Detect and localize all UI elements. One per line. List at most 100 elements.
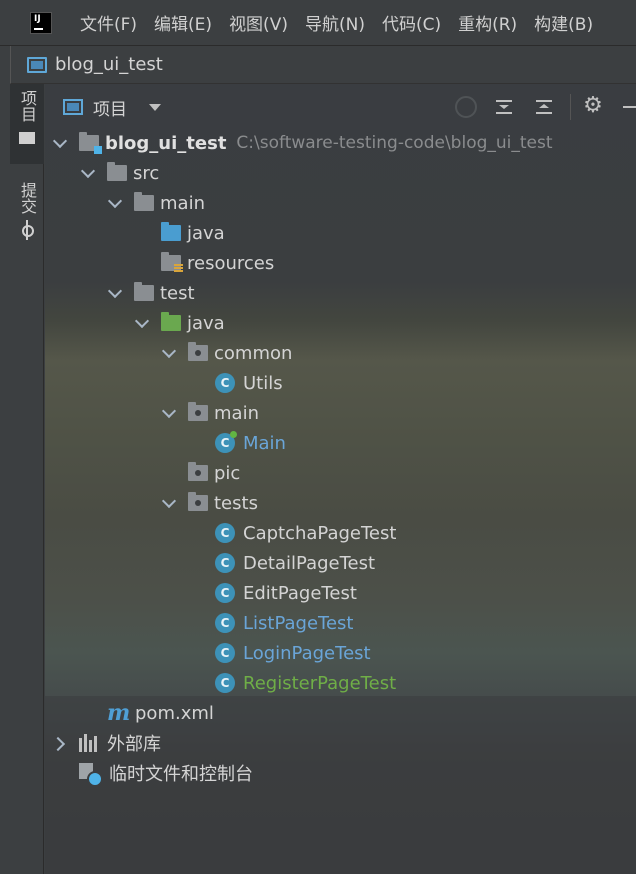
tree-label-scratches: 临时文件和控制台 <box>109 764 253 785</box>
breadcrumb-project[interactable]: blog_ui_test <box>55 54 163 75</box>
tree-node-main-package[interactable]: main <box>162 398 259 428</box>
panel-title[interactable]: 项目 <box>93 95 127 120</box>
chevron-down-icon[interactable] <box>108 286 122 300</box>
tree-label-java-main: java <box>187 222 225 244</box>
package-icon <box>188 492 208 511</box>
class-icon: C <box>215 523 235 543</box>
tree-node-edit-page-test[interactable]: C EditPageTest <box>189 578 357 608</box>
chevron-down-icon[interactable] <box>135 316 149 330</box>
tree-label-main-class: Main <box>243 432 286 454</box>
tree-node-captcha-page-test[interactable]: C CaptchaPageTest <box>189 518 396 548</box>
tree-node-src[interactable]: src <box>81 158 159 188</box>
tree-label-test: test <box>160 282 195 304</box>
tree-node-resources[interactable]: resources <box>135 248 274 278</box>
commit-tab-label: 提交 <box>18 182 37 214</box>
tree-label-class: EditPageTest <box>243 582 357 604</box>
module-icon <box>27 56 47 73</box>
chevron-down-icon[interactable] <box>162 346 176 360</box>
tree-node-login-page-test[interactable]: C LoginPageTest <box>189 638 371 668</box>
chevron-down-icon[interactable] <box>108 196 122 210</box>
tree-label-resources: resources <box>187 252 275 274</box>
tree-node-root[interactable]: blog_ui_test C:\software-testing-code\bl… <box>53 128 553 158</box>
commit-tool-tab[interactable]: 提交 <box>10 176 44 246</box>
chevron-down-icon[interactable] <box>162 496 176 510</box>
tree-label-root: blog_ui_test <box>105 132 227 154</box>
chevron-down-icon[interactable] <box>162 406 176 420</box>
runnable-class-icon: C <box>215 431 237 453</box>
tree-node-main-class[interactable]: C Main <box>189 428 286 458</box>
menu-file[interactable]: 文件(F) <box>80 10 137 35</box>
tree-label-src: src <box>133 162 160 184</box>
project-panel-header: 项目 ⚙ <box>45 84 636 130</box>
class-icon: C <box>215 613 235 633</box>
tree-node-register-page-test[interactable]: C RegisterPageTest <box>189 668 396 698</box>
class-icon: C <box>215 643 235 663</box>
tree-node-pom[interactable]: m pom.xml <box>81 698 214 728</box>
tree-node-list-page-test[interactable]: C ListPageTest <box>189 608 354 638</box>
menu-view[interactable]: 视图(V) <box>229 10 288 35</box>
class-icon: C <box>215 553 235 573</box>
libraries-icon <box>79 734 99 752</box>
chevron-down-icon[interactable] <box>53 136 67 150</box>
tree-label-external-libraries: 外部库 <box>107 734 161 755</box>
menu-edit[interactable]: 编辑(E) <box>154 10 212 35</box>
module-folder-icon <box>79 132 102 154</box>
tree-label-common: common <box>214 342 293 364</box>
folder-icon <box>134 192 154 211</box>
header-divider <box>570 94 571 120</box>
class-icon: C <box>215 373 235 393</box>
tree-node-utils[interactable]: C Utils <box>189 368 283 398</box>
package-icon <box>188 462 208 481</box>
tree-label-class: CaptchaPageTest <box>243 522 397 544</box>
test-folder-icon <box>161 312 181 331</box>
tree-label-class: DetailPageTest <box>243 552 376 574</box>
resources-folder-icon <box>161 252 183 273</box>
project-tool-tab[interactable]: 项目 <box>10 84 44 164</box>
project-tab-label: 项目 <box>18 90 37 122</box>
tree-root-path: C:\software-testing-code\blog_ui_test <box>236 133 553 153</box>
tree-node-external-libraries[interactable]: 外部库 <box>53 728 161 758</box>
class-icon: C <box>215 583 235 603</box>
tree-node-tests[interactable]: tests <box>162 488 258 518</box>
tree-label-tests: tests <box>214 492 258 514</box>
project-view-icon <box>63 99 83 115</box>
tree-node-java-test[interactable]: java <box>135 308 225 338</box>
package-icon <box>188 342 208 361</box>
locate-target-icon[interactable] <box>455 96 477 118</box>
hide-panel-icon[interactable] <box>623 106 636 108</box>
tool-window-stripe: 项目 提交 <box>10 84 44 874</box>
tree-label-class: ListPageTest <box>243 612 354 634</box>
tree-node-scratches[interactable]: 临时文件和控制台 <box>53 758 253 788</box>
tree-node-test[interactable]: test <box>108 278 195 308</box>
tree-node-java-main[interactable]: java <box>135 218 225 248</box>
project-panel: 项目 ⚙ blog_ui_test C:\software-testing-co… <box>45 84 636 874</box>
tree-node-pic[interactable]: pic <box>162 458 240 488</box>
package-icon <box>188 402 208 421</box>
tree-label-main: main <box>160 192 205 214</box>
chevron-down-icon[interactable] <box>149 103 161 111</box>
menu-navigate[interactable]: 导航(N) <box>305 10 365 35</box>
tree-node-main[interactable]: main <box>108 188 205 218</box>
folder-icon <box>134 282 154 301</box>
tree-node-detail-page-test[interactable]: C DetailPageTest <box>189 548 375 578</box>
tree-label-pom: pom.xml <box>135 702 214 724</box>
class-icon: C <box>215 673 235 693</box>
tree-label-main-package: main <box>214 402 259 424</box>
chevron-right-icon[interactable] <box>53 736 67 750</box>
expand-all-icon[interactable] <box>493 96 515 118</box>
tree-label-utils: Utils <box>243 372 283 394</box>
gear-icon[interactable]: ⚙ <box>582 95 604 117</box>
tree-label-class: RegisterPageTest <box>243 672 397 694</box>
folder-icon <box>19 132 35 144</box>
tree-label-class: LoginPageTest <box>243 642 371 664</box>
menu-build[interactable]: 构建(B) <box>534 10 593 35</box>
source-folder-icon <box>161 222 181 241</box>
tree-node-common[interactable]: common <box>162 338 292 368</box>
menu-code[interactable]: 代码(C) <box>382 10 441 35</box>
chevron-down-icon[interactable] <box>81 166 95 180</box>
intellij-logo-icon: IJ <box>28 9 54 36</box>
collapse-all-icon[interactable] <box>533 96 555 118</box>
scratches-icon <box>79 763 103 787</box>
menu-refactor[interactable]: 重构(R) <box>458 10 517 35</box>
tree-label-java-test: java <box>187 312 225 334</box>
